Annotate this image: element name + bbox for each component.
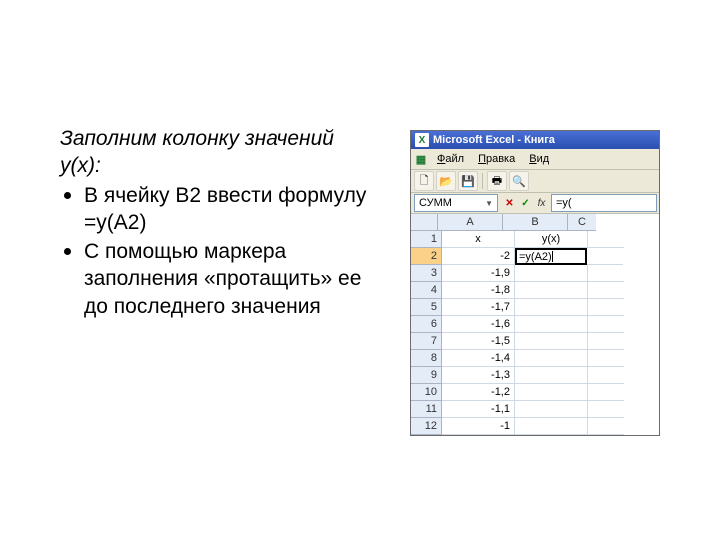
row-header[interactable]: 12 [411,418,442,435]
cell-C2[interactable] [587,248,623,265]
cell-A2[interactable]: -2 [442,248,515,265]
cell-B8[interactable] [515,350,588,367]
cell-B3[interactable] [515,265,588,282]
open-icon[interactable]: 📂 [436,171,456,191]
cell-C7[interactable] [588,333,624,350]
col-header-B[interactable]: B [503,214,568,231]
row-header[interactable]: 8 [411,350,442,367]
cell-C3[interactable] [588,265,624,282]
row-header[interactable]: 6 [411,316,442,333]
cell-B7[interactable] [515,333,588,350]
column-header-row: A B C [411,214,659,231]
cell-A11[interactable]: -1,1 [442,401,515,418]
cell-B10[interactable] [515,384,588,401]
cell-B11[interactable] [515,401,588,418]
cell-C11[interactable] [588,401,624,418]
window-title: Microsoft Excel - Книга [433,134,555,146]
cell-A6[interactable]: -1,6 [442,316,515,333]
bullet-2: С помощью маркера заполнения «протащить»… [60,238,370,320]
save-icon[interactable]: 💾 [458,171,478,191]
chevron-down-icon[interactable]: ▼ [485,199,493,208]
row-header[interactable]: 10 [411,384,442,401]
row-header[interactable]: 3 [411,265,442,282]
cancel-icon[interactable]: ✕ [502,196,517,211]
row-5: 5 -1,7 [411,299,659,316]
bullet-1: В ячейку B2 ввести формулу =y(A2) [60,182,370,237]
row-4: 4 -1,8 [411,282,659,299]
cell-B2-editing[interactable]: =y(A2) [515,248,587,265]
row-header[interactable]: 11 [411,401,442,418]
row-header[interactable]: 1 [411,231,442,248]
cell-A9[interactable]: -1,3 [442,367,515,384]
cell-C1[interactable] [588,231,624,248]
intro-line: Заполним колонку значений y(x): [60,125,370,180]
row-9: 9 -1,3 [411,367,659,384]
row-11: 11 -1,1 [411,401,659,418]
cell-B9[interactable] [515,367,588,384]
row-header[interactable]: 9 [411,367,442,384]
menu-edit[interactable]: Правка [472,151,521,167]
row-3: 3 -1,9 [411,265,659,282]
row-header[interactable]: 5 [411,299,442,316]
row-8: 8 -1,4 [411,350,659,367]
spreadsheet-grid[interactable]: A B C 1 x y(x) 2 -2 =y(A2) 3 -1,9 4 -1,8 [411,214,659,435]
cell-B1[interactable]: y(x) [515,231,588,248]
menu-file[interactable]: Файл [431,151,470,167]
cell-A4[interactable]: -1,8 [442,282,515,299]
toolbar: 🗋 📂 💾 🖶 🔍 [411,170,659,193]
formula-bar[interactable]: =y( [551,194,657,212]
cell-C5[interactable] [588,299,624,316]
row-6: 6 -1,6 [411,316,659,333]
row-12: 12 -1 [411,418,659,435]
excel-app-icon: X [415,133,429,147]
text-cursor [552,251,553,262]
cell-A10[interactable]: -1,2 [442,384,515,401]
menu-view[interactable]: Вид [523,151,555,167]
col-header-C[interactable]: C [568,214,596,231]
row-header[interactable]: 4 [411,282,442,299]
enter-icon[interactable]: ✓ [518,196,533,211]
cell-C12[interactable] [588,418,624,435]
formula-bar-row: СУММ ▼ ✕ ✓ fx =y( [411,193,659,214]
cell-B6[interactable] [515,316,588,333]
cell-C4[interactable] [588,282,624,299]
select-all-corner[interactable] [411,214,438,231]
excel-window: X Microsoft Excel - Книга ▦ Файл Правка … [410,130,660,436]
name-box[interactable]: СУММ ▼ [414,194,498,212]
row-10: 10 -1,2 [411,384,659,401]
row-2: 2 -2 =y(A2) [411,248,659,265]
print-icon[interactable]: 🖶 [487,171,507,191]
cell-A8[interactable]: -1,4 [442,350,515,367]
row-7: 7 -1,5 [411,333,659,350]
row-header[interactable]: 2 [411,248,442,265]
excel-doc-icon: ▦ [413,151,429,167]
cell-C10[interactable] [588,384,624,401]
cell-C8[interactable] [588,350,624,367]
menubar: ▦ Файл Правка Вид [411,149,659,170]
cell-B4[interactable] [515,282,588,299]
instruction-text: Заполним колонку значений y(x): В ячейку… [60,125,370,322]
cell-A5[interactable]: -1,7 [442,299,515,316]
cell-B5[interactable] [515,299,588,316]
cell-C9[interactable] [588,367,624,384]
cell-C6[interactable] [588,316,624,333]
col-header-A[interactable]: A [438,214,503,231]
cell-A12[interactable]: -1 [442,418,515,435]
cell-A1[interactable]: x [442,231,515,248]
new-icon[interactable]: 🗋 [414,171,434,191]
fx-icon[interactable]: fx [534,196,549,211]
cell-A3[interactable]: -1,9 [442,265,515,282]
toolbar-separator [482,173,483,189]
row-1: 1 x y(x) [411,231,659,248]
cell-A7[interactable]: -1,5 [442,333,515,350]
cell-B12[interactable] [515,418,588,435]
preview-icon[interactable]: 🔍 [509,171,529,191]
titlebar: X Microsoft Excel - Книга [411,131,659,149]
row-header[interactable]: 7 [411,333,442,350]
